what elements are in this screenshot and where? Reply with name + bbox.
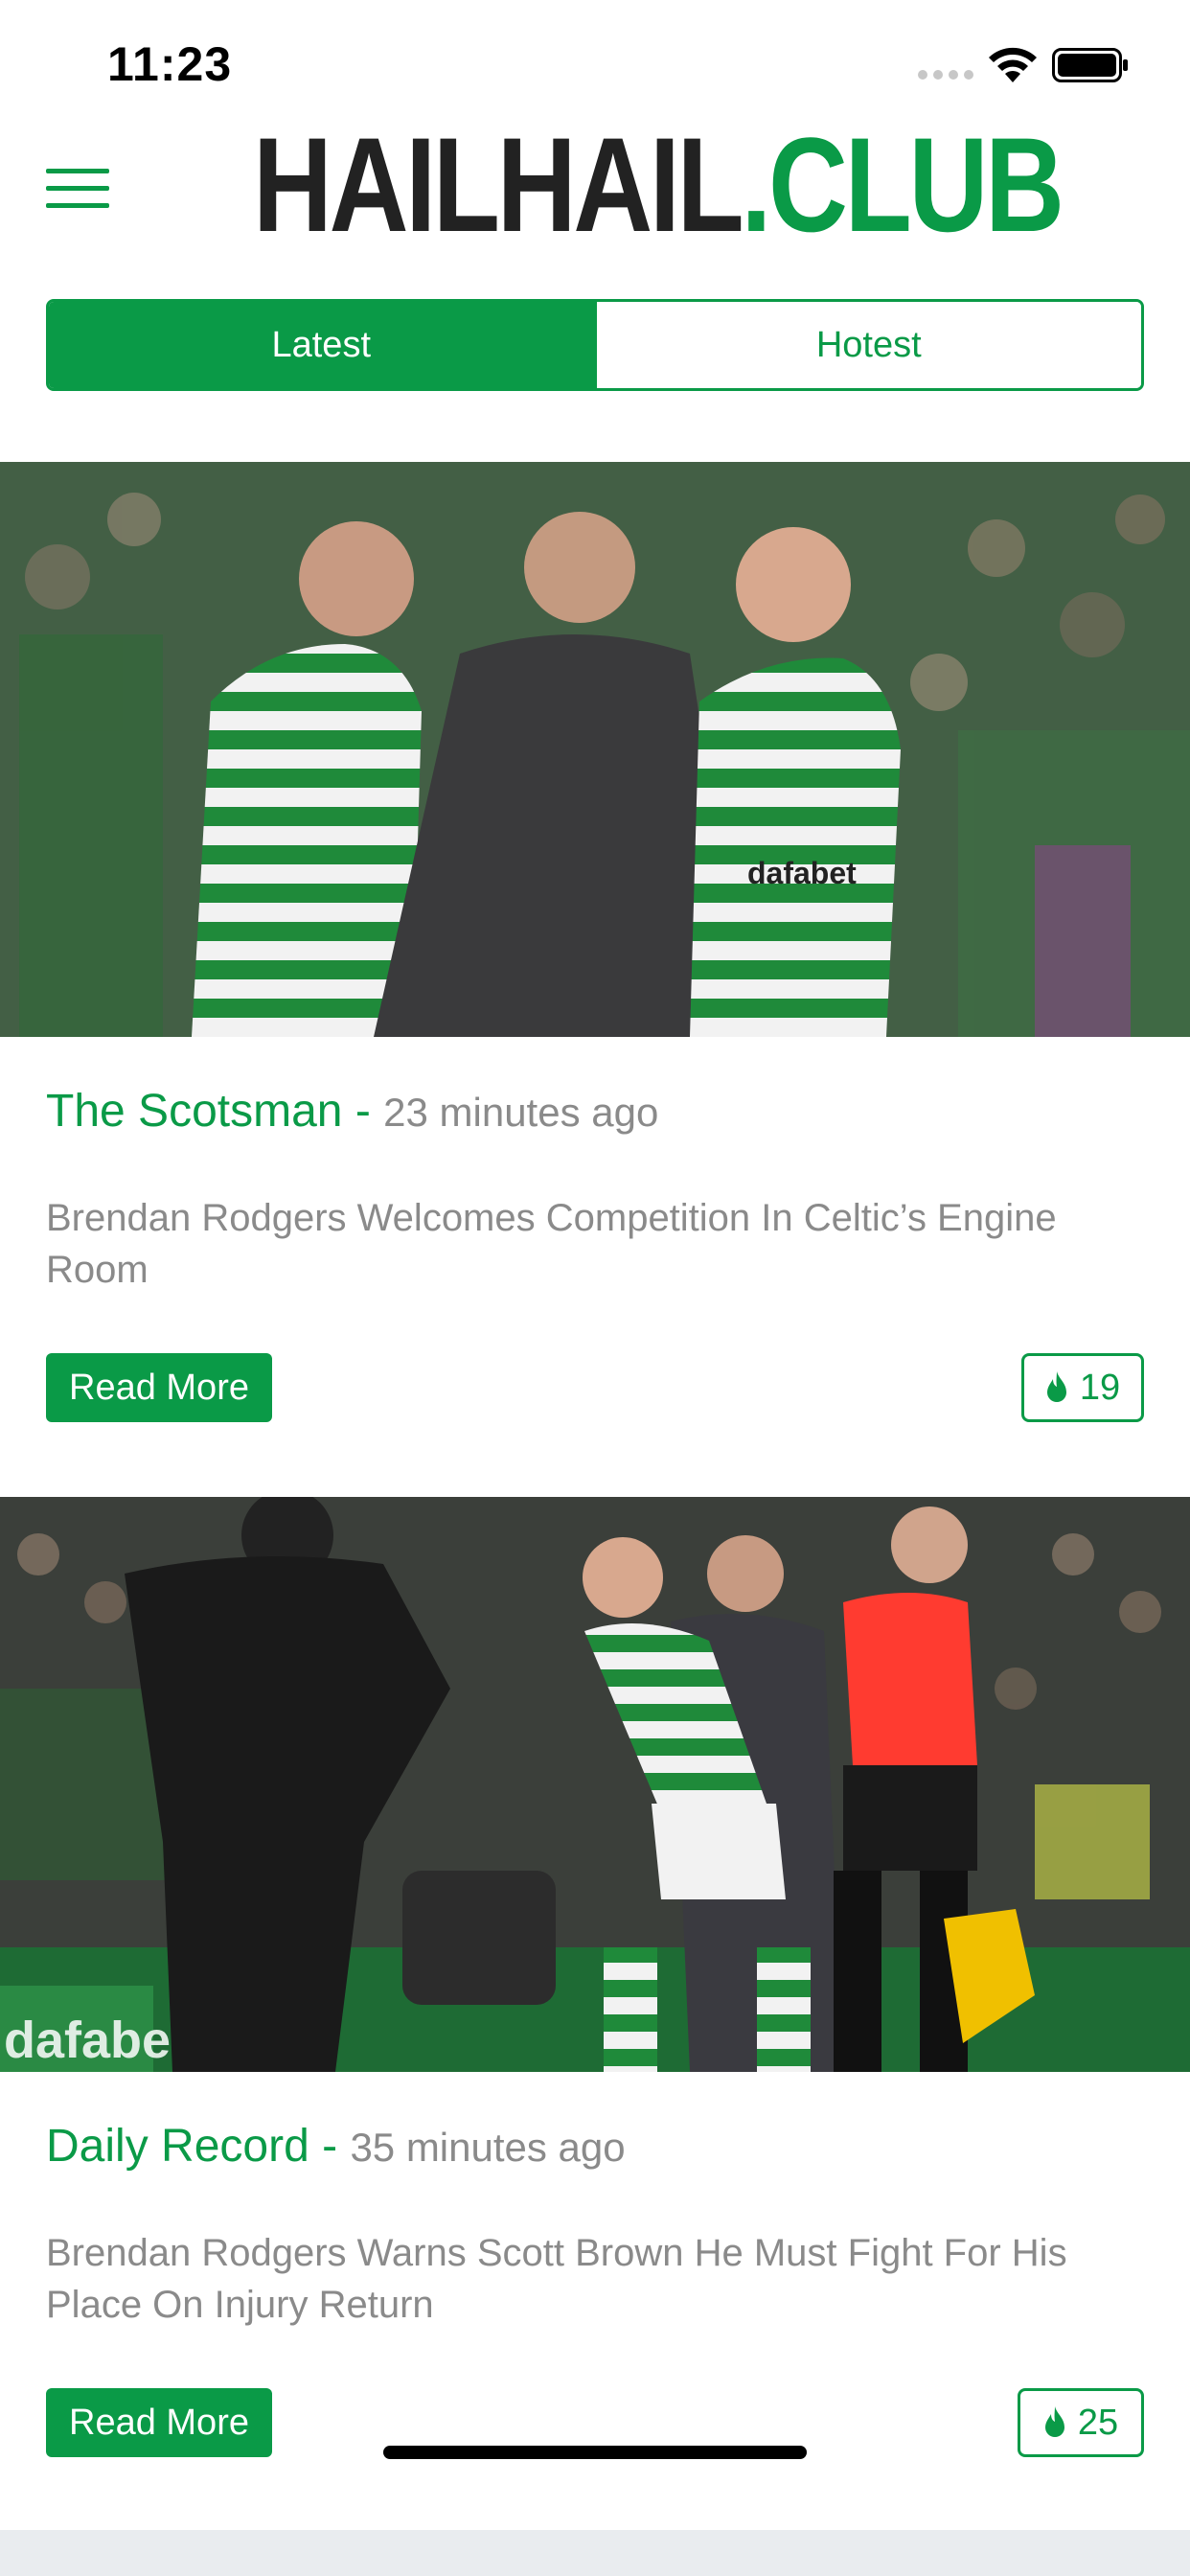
read-more-button[interactable]: Read More — [46, 2388, 272, 2457]
home-indicator[interactable] — [383, 2446, 807, 2459]
svg-text:dafabet: dafabet — [4, 2012, 188, 2069]
hot-count: 25 — [1077, 2402, 1119, 2443]
article-source: The Scotsman — [46, 1086, 343, 1137]
status-time: 11:23 — [107, 37, 233, 91]
tab-latest[interactable]: Latest — [49, 302, 594, 388]
next-article-preview — [0, 2530, 1190, 2576]
battery-icon — [1052, 48, 1128, 82]
article-time: 35 minutes ago — [350, 2125, 626, 2170]
logo-text-part2: .CLUB — [741, 109, 1064, 260]
article-card[interactable]: dafabet The Scotsman - 23 minutes ago Br… — [0, 462, 1190, 1497]
article-headline: Daily Record - 35 minutes ago — [46, 2120, 626, 2173]
cellular-signal-icon — [918, 67, 975, 82]
article-image[interactable]: dafabet — [0, 1497, 1190, 2072]
wifi-icon — [989, 47, 1037, 82]
article-headline: The Scotsman - 23 minutes ago — [46, 1085, 658, 1138]
headline-separator: - — [355, 1086, 371, 1137]
flame-icon — [1044, 2406, 1064, 2437]
hamburger-menu-icon[interactable] — [46, 169, 113, 211]
svg-text:dafabet: dafabet — [747, 856, 857, 890]
article-time: 23 minutes ago — [383, 1090, 659, 1135]
logo-text-part1: HAILHAIL — [253, 109, 744, 260]
read-more-button[interactable]: Read More — [46, 1353, 272, 1422]
article-title[interactable]: Brendan Rodgers Welcomes Competition In … — [46, 1192, 1148, 1296]
article-title[interactable]: Brendan Rodgers Warns Scott Brown He Mus… — [46, 2227, 1148, 2331]
article-image[interactable]: dafabet — [0, 462, 1190, 1037]
headline-separator: - — [322, 2121, 338, 2172]
hot-count-badge[interactable]: 25 — [1018, 2388, 1144, 2457]
hot-count-badge[interactable]: 19 — [1021, 1353, 1144, 1422]
flame-icon — [1046, 1371, 1066, 1402]
app-logo: HAILHAIL .CLUB — [253, 109, 1064, 260]
feed-segment-control: Latest Hotest — [46, 299, 1144, 391]
tab-hotest[interactable]: Hotest — [593, 302, 1141, 388]
article-card[interactable]: dafabet Daily Record - 35 minutes ago Br… — [0, 1497, 1190, 2532]
hot-count: 19 — [1079, 1367, 1121, 1408]
article-source: Daily Record — [46, 2121, 309, 2172]
